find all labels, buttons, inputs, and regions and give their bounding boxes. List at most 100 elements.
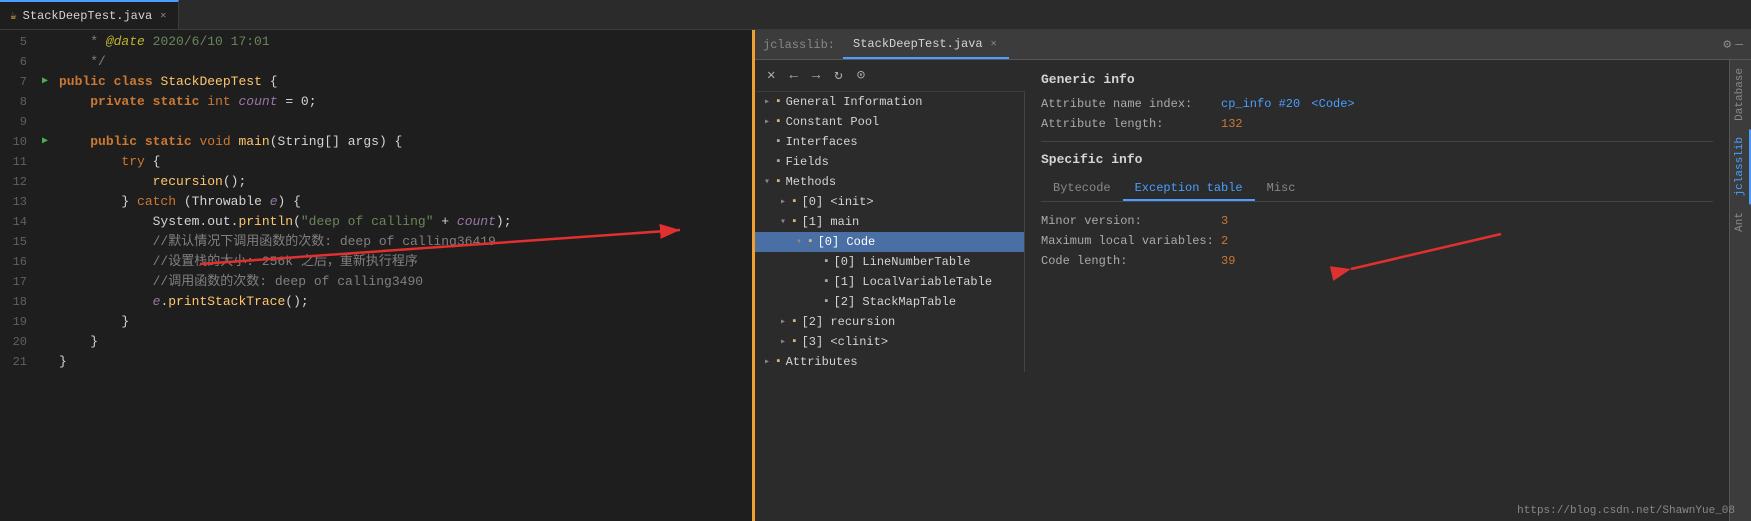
jclasslib-tab-label: StackDeepTest.java: [853, 37, 983, 51]
line-content-9: [55, 112, 752, 132]
line-content-17: //调用函数的次数: deep of calling3490: [55, 272, 752, 292]
gutter-7[interactable]: ▶: [35, 72, 55, 92]
tree-localvar[interactable]: ▸ ▪ [1] LocalVariableTable: [755, 272, 1024, 292]
refresh-btn[interactable]: ↻: [830, 65, 846, 86]
minor-version-label: Minor version:: [1041, 214, 1221, 228]
code-line-18: 18 e.printStackTrace();: [0, 292, 752, 312]
specific-info-title: Specific info: [1041, 152, 1713, 167]
folder-icon-code: ▪: [807, 236, 814, 248]
file-icon-linenumber: ▪: [823, 256, 830, 268]
folder-icon-recursion: ▪: [791, 316, 798, 328]
tree-fields[interactable]: ▸ ▪ Fields: [755, 152, 1024, 172]
tree-label-attributes: Attributes: [786, 355, 858, 369]
code-line-19: 19 }: [0, 312, 752, 332]
line-num-13: 13: [0, 192, 35, 212]
java-file-icon: ☕: [10, 9, 17, 23]
line-content-8: private static int count = 0;: [55, 92, 752, 112]
minor-version-value: 3: [1221, 214, 1228, 228]
tree-label-stackmap: [2] StackMapTable: [834, 295, 956, 309]
tree-label-constant: Constant Pool: [786, 115, 880, 129]
tree-recursion[interactable]: ▸ ▪ [2] recursion: [755, 312, 1024, 332]
line-num-12: 12: [0, 172, 35, 192]
attribute-length-value: 132: [1221, 117, 1243, 131]
code-line-9: 9: [0, 112, 752, 132]
settings-icon[interactable]: ⚙: [1723, 37, 1731, 52]
code-line-10: 10 ▶ public static void main(String[] ar…: [0, 132, 752, 152]
tree-attributes[interactable]: ▸ ▪ Attributes: [755, 352, 1024, 372]
close-btn[interactable]: ✕: [763, 65, 779, 86]
tree-constant[interactable]: ▸ ▪ Constant Pool: [755, 112, 1024, 132]
line-content-21: }: [55, 352, 752, 372]
tree-main[interactable]: ▾ ▪ [1] main: [755, 212, 1024, 232]
sidebar-tab-database[interactable]: Database: [1730, 60, 1751, 129]
code-line-15: 15 //默认情况下调用函数的次数: deep of calling36419: [0, 232, 752, 252]
editor-tab-close[interactable]: ✕: [158, 8, 168, 24]
tree-label-init: [0] <init>: [802, 195, 874, 209]
jclasslib-file-tab[interactable]: StackDeepTest.java ✕: [843, 30, 1009, 59]
folder-icon-main: ▪: [791, 216, 798, 228]
tab-bytecode[interactable]: Bytecode: [1041, 177, 1123, 201]
line-content-13: } catch (Throwable e) {: [55, 192, 752, 212]
editor-tab-bar: ☕ StackDeepTest.java ✕: [0, 0, 1751, 30]
code-length-value: 39: [1221, 254, 1235, 268]
tree-arrow-constant: ▸: [759, 116, 775, 128]
forward-btn[interactable]: →: [808, 66, 824, 86]
code-line-20: 20 }: [0, 332, 752, 352]
code-line-7: 7 ▶ public class StackDeepTest {: [0, 72, 752, 92]
tree-clinit[interactable]: ▸ ▪ [3] <clinit>: [755, 332, 1024, 352]
code-length-row: Code length: 39: [1041, 254, 1713, 268]
tree-init[interactable]: ▸ ▪ [0] <init>: [755, 192, 1024, 212]
line-num-14: 14: [0, 212, 35, 232]
line-content-14: System.out.println("deep of calling" + c…: [55, 212, 752, 232]
tree-label-localvar: [1] LocalVariableTable: [834, 275, 992, 289]
code-area: 5 * @date 2020/6/10 17:01 6 */ 7 ▶: [0, 30, 752, 521]
code-line-17: 17 //调用函数的次数: deep of calling3490: [0, 272, 752, 292]
tree-arrow-main: ▾: [775, 216, 791, 228]
back-btn[interactable]: ←: [785, 66, 801, 86]
info-panel: Generic info Attribute name index: cp_in…: [1025, 60, 1729, 521]
attribute-name-label: Attribute name index:: [1041, 97, 1221, 111]
tree-label-fields: Fields: [786, 155, 829, 169]
sidebar-tab-jclasslib[interactable]: jclasslib: [1730, 129, 1751, 204]
folder-icon-general: ▪: [775, 96, 782, 108]
tree-arrow-code: ▾: [791, 236, 807, 248]
line-num-15: 15: [0, 232, 35, 252]
code-tag: <Code>: [1311, 97, 1354, 111]
tab-misc[interactable]: Misc: [1255, 177, 1308, 201]
line-content-7: public class StackDeepTest {: [55, 72, 752, 92]
sidebar-tab-ant[interactable]: Ant: [1730, 204, 1751, 240]
attribute-name-row: Attribute name index: cp_info #20 <Code>: [1041, 97, 1713, 111]
attribute-length-label: Attribute length:: [1041, 117, 1221, 131]
globe-btn[interactable]: ⊙: [853, 65, 869, 86]
editor-tab[interactable]: ☕ StackDeepTest.java ✕: [0, 0, 179, 29]
tab-exception-table[interactable]: Exception table: [1123, 177, 1255, 201]
tree-general[interactable]: ▸ ▪ General Information: [755, 92, 1024, 112]
line-content-12: recursion();: [55, 172, 752, 192]
tree-arrow-attributes: ▸: [759, 356, 775, 368]
tree-stackmap[interactable]: ▸ ▪ [2] StackMapTable: [755, 292, 1024, 312]
tree-arrow-init: ▸: [775, 196, 791, 208]
run-icon-7: ▶: [42, 72, 48, 92]
run-icon-10: ▶: [42, 132, 48, 152]
gutter-10[interactable]: ▶: [35, 132, 55, 152]
toolbar: ✕ ← → ↻ ⊙: [755, 60, 1025, 92]
tree-label-methods: Methods: [786, 175, 836, 189]
line-num-19: 19: [0, 312, 35, 332]
line-content-5: * @date 2020/6/10 17:01: [55, 32, 752, 52]
folder-icon-clinit: ▪: [791, 336, 798, 348]
folder-icon-attributes: ▪: [775, 356, 782, 368]
tree-methods[interactable]: ▾ ▪ Methods: [755, 172, 1024, 192]
jclasslib-label: jclasslib:: [763, 38, 835, 52]
line-num-20: 20: [0, 332, 35, 352]
tree-interfaces[interactable]: ▸ ▪ Interfaces: [755, 132, 1024, 152]
tree-linenumber[interactable]: ▸ ▪ [0] LineNumberTable: [755, 252, 1024, 272]
tree-code[interactable]: ▾ ▪ [0] Code: [755, 232, 1024, 252]
minimize-icon[interactable]: —: [1735, 37, 1743, 52]
folder-icon-constant: ▪: [775, 116, 782, 128]
tree-label-clinit: [3] <clinit>: [802, 335, 888, 349]
jclasslib-tab-close[interactable]: ✕: [989, 36, 999, 52]
tree-label-general: General Information: [786, 95, 923, 109]
file-icon-stackmap: ▪: [823, 296, 830, 308]
cp-info-link[interactable]: cp_info #20: [1221, 97, 1300, 111]
jclasslib-panel: jclasslib: StackDeepTest.java ✕ ⚙ — ✕ ← …: [755, 30, 1751, 521]
